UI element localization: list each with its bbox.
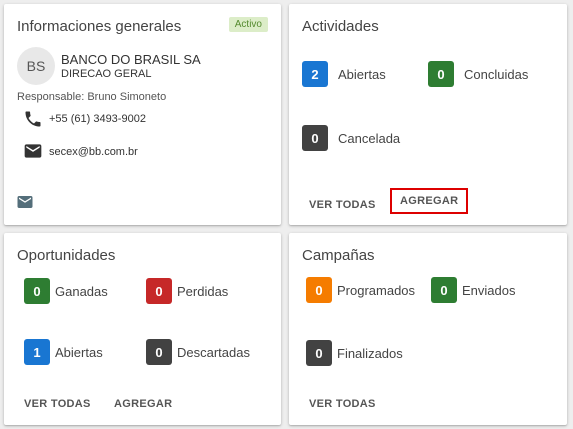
activities-add-button[interactable]: AGREGAR — [389, 188, 469, 214]
opportunities-view-all-button[interactable]: VER TODAS — [24, 398, 91, 410]
general-info-card: Informaciones generales Activo BS BANCO … — [4, 4, 281, 225]
stat-label: Ganadas — [55, 283, 108, 299]
stat-label: Descartadas — [177, 344, 250, 360]
activities-title: Actividades — [302, 18, 379, 35]
stat-label: Abiertas — [338, 66, 386, 82]
email-icon — [23, 141, 43, 161]
stat-activities-cancelled[interactable]: 0 Cancelada — [302, 125, 400, 151]
stat-count: 0 — [431, 277, 457, 303]
responsible-text: Responsable: Bruno Simoneto — [17, 91, 167, 103]
stat-label: Cancelada — [338, 130, 401, 146]
stat-label: Concluidas — [464, 66, 529, 82]
activities-view-all-button[interactable]: VER TODAS — [309, 199, 376, 211]
email-address[interactable]: secex@bb.com.br — [49, 146, 138, 158]
activities-card: Actividades 2 Abiertas 0 Concluidas 0 Ca… — [289, 4, 567, 225]
opportunities-card: Oportunidades 0 Ganadas 0 Perdidas 1 Abi… — [4, 233, 281, 425]
general-info-title: Informaciones generales — [17, 18, 182, 35]
campaigns-title: Campañas — [302, 247, 375, 264]
avatar: BS — [17, 47, 55, 85]
stat-count: 0 — [306, 340, 332, 366]
phone-icon — [23, 109, 43, 129]
stat-campaigns-scheduled[interactable]: 0 Programados — [306, 277, 415, 303]
campaigns-card: Campañas 0 Programados 0 Enviados 0 Fina… — [289, 233, 567, 425]
stat-opportunities-open[interactable]: 1 Abiertas — [24, 339, 103, 365]
opportunities-add-button[interactable]: AGREGAR — [114, 398, 172, 410]
stat-label: Abiertas — [55, 344, 103, 360]
stat-count: 0 — [428, 61, 454, 87]
stat-label: Finalizados — [337, 345, 403, 361]
mail-icon[interactable] — [16, 193, 34, 211]
stat-opportunities-won[interactable]: 0 Ganadas — [24, 278, 108, 304]
stat-label: Programados — [337, 282, 416, 298]
stat-opportunities-discarded[interactable]: 0 Descartadas — [146, 339, 250, 365]
stat-count: 0 — [306, 277, 332, 303]
status-badge: Activo — [228, 17, 268, 32]
stat-count: 0 — [146, 278, 172, 304]
company-division: DIRECAO GERAL — [61, 68, 152, 80]
stat-campaigns-sent[interactable]: 0 Enviados — [431, 277, 515, 303]
opportunities-title: Oportunidades — [17, 247, 116, 264]
stat-count: 1 — [24, 339, 50, 365]
campaigns-view-all-button[interactable]: VER TODAS — [309, 398, 376, 410]
stat-count: 0 — [146, 339, 172, 365]
stat-label: Perdidas — [177, 283, 229, 299]
stat-campaigns-finished[interactable]: 0 Finalizados — [306, 340, 403, 366]
phone-number[interactable]: +55 (61) 3493-9002 — [49, 113, 146, 125]
stat-activities-completed[interactable]: 0 Concluidas — [428, 61, 528, 87]
stat-count: 0 — [24, 278, 50, 304]
stat-activities-open[interactable]: 2 Abiertas — [302, 61, 386, 87]
stat-count: 2 — [302, 61, 328, 87]
stat-count: 0 — [302, 125, 328, 151]
stat-label: Enviados — [462, 282, 516, 298]
company-name: BANCO DO BRASIL SA — [61, 52, 201, 67]
stat-opportunities-lost[interactable]: 0 Perdidas — [146, 278, 228, 304]
